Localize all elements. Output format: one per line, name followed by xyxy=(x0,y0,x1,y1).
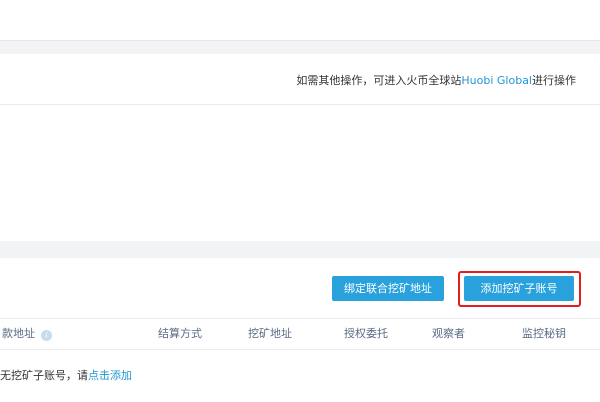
column-header-mining-address: 挖矿地址 xyxy=(248,327,292,340)
huobi-global-link[interactable]: Huobi Global xyxy=(461,74,532,87)
top-bar xyxy=(0,0,600,41)
bind-joint-mining-address-button[interactable]: 绑定联合挖矿地址 xyxy=(332,276,444,301)
column-header-settlement: 结算方式 xyxy=(158,327,202,340)
column-header-authorization: 授权委托 xyxy=(344,327,388,340)
column-header-observer: 观察者 xyxy=(432,327,465,340)
empty-state-text: 无挖矿子账号，请 xyxy=(0,369,88,382)
sub-accounts-panel: 绑定联合挖矿地址 添加挖矿子账号 款地址 i 结算方式 挖矿地址 授权委托 观察者… xyxy=(0,258,600,402)
notice-panel: 如需其他操作，可进入火币全球站Huobi Global进行操作 xyxy=(0,54,600,241)
header-top-divider xyxy=(0,318,600,319)
info-icon[interactable]: i xyxy=(41,330,52,341)
notice-suffix: 进行操作 xyxy=(532,74,576,87)
empty-state-message: 无挖矿子账号，请点击添加 xyxy=(0,369,132,383)
notice-prefix: 如需其他操作，可进入火币全球站 xyxy=(296,74,462,87)
notice-divider xyxy=(0,104,600,105)
click-to-add-link[interactable]: 点击添加 xyxy=(88,369,132,382)
column-header-address-label: 款地址 xyxy=(2,327,35,340)
column-header-monitor-key: 监控秘钥 xyxy=(522,327,566,340)
global-site-notice: 如需其他操作，可进入火币全球站Huobi Global进行操作 xyxy=(296,74,576,88)
header-bottom-divider xyxy=(0,349,600,350)
add-mining-sub-account-button[interactable]: 添加挖矿子账号 xyxy=(464,276,574,301)
column-header-address: 款地址 i xyxy=(2,327,52,341)
